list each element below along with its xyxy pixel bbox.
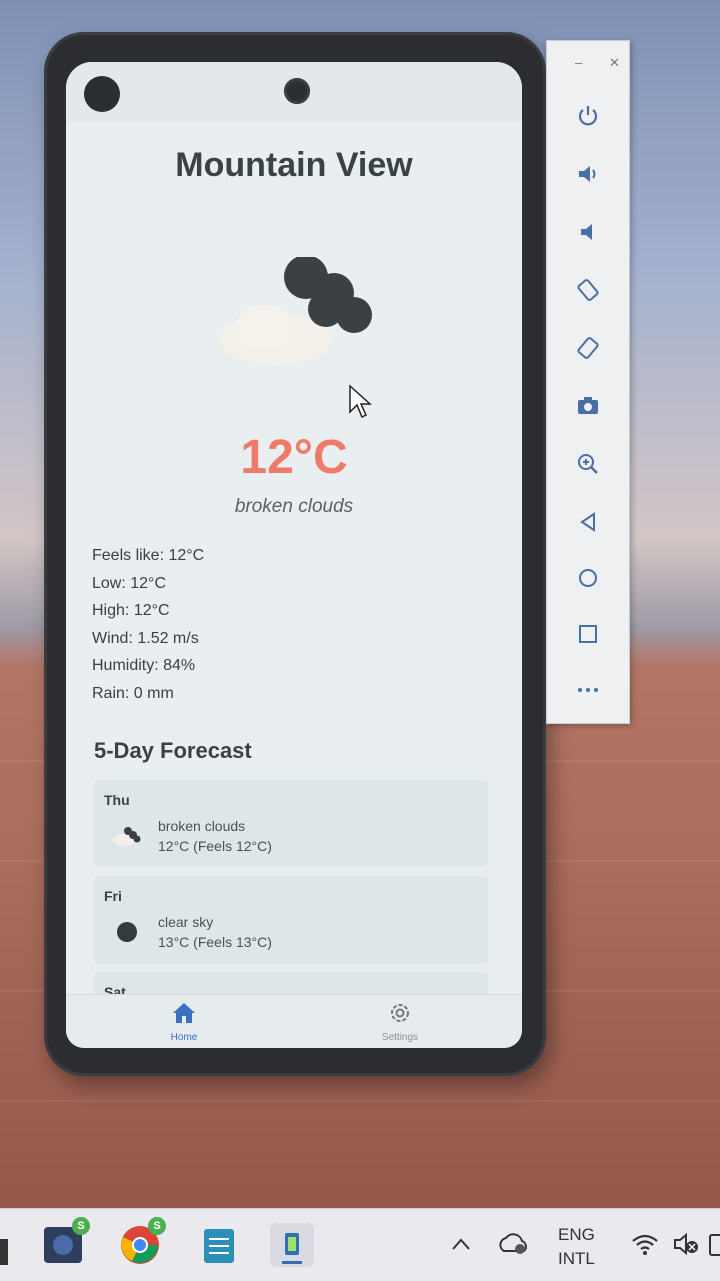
forecast-description: clear sky <box>158 914 214 930</box>
language-code: ENG <box>558 1225 595 1244</box>
camera-cutout <box>84 76 120 112</box>
volume-down-icon[interactable] <box>573 217 603 247</box>
forecast-card[interactable]: Thu broken clouds 12°C (Feels 12°C) <box>94 780 488 866</box>
back-icon[interactable] <box>573 507 603 537</box>
overview-icon[interactable] <box>573 619 603 649</box>
forecast-card[interactable]: Fri clear sky 13°C (Feels 13°C) <box>94 876 488 964</box>
forecast-temperature: 13°C (Feels 13°C) <box>158 934 272 950</box>
nav-home-label: Home <box>170 1032 198 1043</box>
camera-icon[interactable] <box>573 391 603 421</box>
onedrive-icon[interactable] <box>498 1231 530 1262</box>
nav-home[interactable]: Home <box>144 1001 224 1043</box>
battery-icon[interactable] <box>708 1231 720 1257</box>
rotate-right-icon[interactable] <box>573 333 603 363</box>
volume-up-icon[interactable] <box>573 159 603 189</box>
weather-details: Feels like: 12°C Low: 12°C High: 12°C Wi… <box>92 542 204 708</box>
bottom-navigation: Home Settings <box>66 994 522 1048</box>
mouse-cursor-icon <box>349 384 372 419</box>
feels-like: Feels like: 12°C <box>92 547 205 564</box>
emulator-toolbar: – ✕ <box>546 40 630 724</box>
nav-settings[interactable]: Settings <box>360 1001 440 1043</box>
language-indicator[interactable]: ENG INTL <box>558 1223 595 1271</box>
keyboard-layout: INTL <box>558 1249 595 1268</box>
notification-badge: S <box>148 1217 166 1235</box>
minimize-icon[interactable]: – <box>575 55 582 70</box>
rain: Rain: 0 mm <box>92 684 174 702</box>
humidity: Humidity: 84% <box>92 657 196 675</box>
emulator-icon <box>282 1233 302 1264</box>
broken-clouds-icon <box>113 827 141 846</box>
current-temperature: 12°C <box>240 431 348 484</box>
forecast-temperature: 12°C (Feels 12°C) <box>158 838 272 854</box>
wifi-icon[interactable] <box>630 1231 660 1262</box>
clear-sky-icon <box>117 922 137 942</box>
more-icon[interactable] <box>573 675 603 705</box>
front-camera-icon <box>284 78 310 104</box>
forecast-title: 5-Day Forecast <box>94 738 252 763</box>
taskbar: S S ENG INTL <box>0 1208 720 1281</box>
forecast-day: Fri <box>104 888 122 904</box>
taskbar-chrome[interactable]: S <box>118 1217 166 1267</box>
nav-settings-label: Settings <box>381 1032 419 1043</box>
start-edge <box>0 1239 8 1265</box>
taskbar-emulator[interactable] <box>270 1223 314 1267</box>
taskbar-app[interactable]: S <box>42 1217 90 1267</box>
current-description: broken clouds <box>234 496 354 517</box>
power-icon[interactable] <box>573 101 603 131</box>
low-temp: Low: 12°C <box>92 574 166 592</box>
zoom-icon[interactable] <box>573 449 603 479</box>
close-icon[interactable]: ✕ <box>609 55 620 71</box>
notepad-icon <box>204 1229 234 1263</box>
volume-muted-icon[interactable] <box>672 1231 700 1262</box>
phone-screen: Mountain View 12°C broken clouds Feels l… <box>66 62 522 1048</box>
taskbar-notepad[interactable] <box>198 1223 242 1267</box>
home-icon <box>173 1003 195 1023</box>
rotate-left-icon[interactable] <box>573 275 603 305</box>
chevron-up-icon[interactable] <box>450 1235 472 1258</box>
forecast-description: broken clouds <box>158 818 246 834</box>
wind: Wind: 1.52 m/s <box>92 629 199 647</box>
background <box>0 1100 720 1102</box>
city-title: Mountain View <box>175 146 413 184</box>
notification-badge: S <box>72 1217 90 1235</box>
forecast-day: Thu <box>104 792 130 808</box>
home-circle-icon[interactable] <box>573 563 603 593</box>
gear-icon <box>391 1004 409 1022</box>
broken-clouds-icon <box>220 257 372 365</box>
high-temp: High: 12°C <box>92 602 170 620</box>
